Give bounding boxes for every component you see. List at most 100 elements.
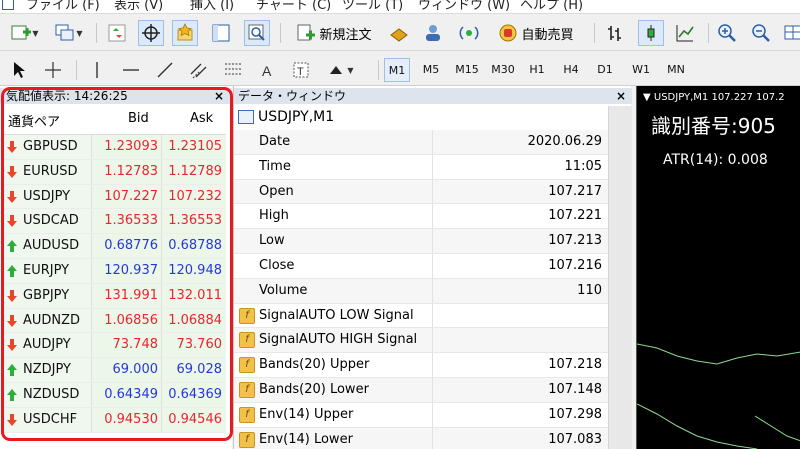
strategy-tester-toggle[interactable] — [244, 20, 270, 46]
ask-value: 1.12789 — [168, 163, 222, 179]
terminal-icon — [212, 24, 230, 42]
meta-editor-button[interactable] — [386, 20, 412, 46]
menu-view[interactable]: 表示 (V) — [114, 0, 163, 13]
symbol-name: EURJPY — [23, 262, 70, 278]
app-icon — [2, 0, 14, 10]
auto-trading-button[interactable]: 自動売買 — [490, 20, 582, 46]
auto-trading-icon — [499, 24, 517, 42]
crosshair-tool[interactable] — [40, 57, 66, 83]
column-ask[interactable]: Ask — [190, 111, 213, 126]
chart-window[interactable]: ▼ USDJPY,M1 107.227 107.2 識別番号:905 ATR(1… — [636, 86, 800, 449]
indicator-icon: f — [239, 332, 255, 349]
menu-tools[interactable]: ツール (T) — [342, 0, 403, 13]
cursor-tool[interactable] — [6, 57, 32, 83]
ask-value: 0.94546 — [168, 411, 222, 427]
bar-chart-button[interactable] — [602, 20, 628, 46]
timeframe-m5[interactable]: M5 — [418, 58, 444, 82]
market-watch-toggle[interactable] — [104, 20, 130, 46]
market-watch-row[interactable]: USDCAD 1.36533 1.36553 — [4, 209, 226, 235]
horizontal-line-icon — [123, 69, 139, 71]
chart-icon — [238, 110, 254, 124]
timeframe-m1[interactable]: M1 — [384, 58, 410, 82]
market-watch-icon — [108, 24, 126, 42]
bid-value: 0.64349 — [104, 386, 158, 402]
market-watch-row[interactable]: NZDUSD 0.64349 0.64369 — [4, 382, 226, 408]
market-watch-row[interactable]: AUDJPY 73.748 73.760 — [4, 333, 226, 359]
bid-value: 73.748 — [112, 337, 159, 353]
vertical-line-tool[interactable] — [84, 57, 110, 83]
market-watch-row[interactable]: AUDUSD 0.68776 0.68788 — [4, 234, 226, 259]
market-watch-row[interactable]: GBPJPY 131.991 132.011 — [4, 283, 226, 309]
market-watch-row[interactable]: EURUSD 1.12783 1.12789 — [4, 159, 226, 185]
market-watch-row[interactable]: USDCHF 0.94530 0.94546 — [4, 407, 226, 433]
market-watch-row[interactable]: NZDJPY 69.000 69.028 — [4, 358, 226, 383]
timeframe-mn[interactable]: MN — [662, 58, 690, 82]
symbol-name: EURUSD — [23, 163, 78, 179]
text-label-tool[interactable]: T — [288, 57, 314, 83]
ask-value: 73.760 — [176, 337, 223, 353]
terminal-toggle[interactable] — [208, 20, 234, 46]
symbol-name: AUDNZD — [23, 312, 81, 328]
market-watch-row[interactable]: USDJPY 107.227 107.232 — [4, 184, 226, 210]
data-window-row: Close 107.216 — [234, 253, 608, 279]
menu-file[interactable]: ファイル (F) — [26, 0, 100, 13]
zoom-in-button[interactable] — [714, 20, 740, 46]
signal-icon — [459, 26, 479, 40]
ask-value: 69.028 — [176, 362, 223, 378]
signals-button[interactable] — [456, 20, 482, 46]
timeframe-m15[interactable]: M15 — [452, 58, 482, 82]
market-watch-row[interactable]: AUDNZD 1.06856 1.06884 — [4, 308, 226, 334]
data-window-row: f Bands(20) Lower 107.148 — [234, 377, 608, 403]
menu-window[interactable]: ウィンドウ (W) — [418, 0, 510, 13]
equidistant-channel-tool[interactable] — [186, 57, 212, 83]
new-order-button[interactable]: 新規注文 — [288, 20, 380, 46]
timeframe-h1[interactable]: H1 — [524, 58, 550, 82]
trendline-tool[interactable] — [152, 57, 178, 83]
timeframe-d1[interactable]: D1 — [592, 58, 618, 82]
timeframe-w1[interactable]: W1 — [628, 58, 654, 82]
separator — [378, 60, 379, 80]
indicator-icon: f — [239, 406, 255, 423]
market-watch-row[interactable]: EURJPY 120.937 120.948 — [4, 258, 226, 284]
new-chart-icon — [11, 25, 32, 40]
close-icon[interactable]: × — [214, 88, 224, 104]
new-chart-button[interactable]: ▼ — [6, 20, 44, 46]
arrows-tool[interactable]: ▼ — [322, 57, 358, 83]
profiles-button[interactable]: ▼ — [50, 20, 88, 46]
text-tool[interactable]: A — [254, 57, 280, 83]
horizontal-line-tool[interactable] — [118, 57, 144, 83]
close-icon[interactable]: × — [616, 88, 626, 104]
menu-insert[interactable]: 挿入 (I) — [190, 0, 234, 13]
accounts-button[interactable] — [420, 20, 446, 46]
market-watch-panel: 気配値表示: 14:26:25 × 通貨ペア Bid Ask GBPUSD 1.2… — [0, 86, 232, 449]
timeframe-m30[interactable]: M30 — [488, 58, 518, 82]
bid-value: 0.94530 — [104, 411, 158, 427]
data-window-row: f SignalAUTO LOW Signal — [234, 303, 608, 329]
arrow-down-icon — [7, 314, 17, 327]
menu-chart[interactable]: チャート (C) — [256, 0, 331, 13]
column-divider — [432, 303, 433, 328]
vertical-scrollbar[interactable] — [608, 106, 632, 449]
data-window-row: f SignalAUTO HIGH Signal — [234, 328, 608, 354]
column-symbol[interactable]: 通貨ペア — [8, 111, 60, 130]
bid-value: 1.12783 — [104, 163, 158, 179]
data-window-row: Low 107.213 — [234, 229, 608, 254]
data-value: 107.221 — [548, 208, 602, 224]
candlestick-button[interactable] — [638, 20, 664, 46]
column-divider — [432, 179, 433, 204]
tile-windows-button[interactable] — [780, 20, 800, 46]
zoom-out-button[interactable] — [748, 20, 774, 46]
symbol-name: AUDJPY — [23, 337, 71, 353]
data-window-toggle[interactable] — [138, 20, 164, 46]
menu-help[interactable]: ヘルプ (H) — [520, 0, 583, 13]
line-chart-button[interactable] — [672, 20, 698, 46]
column-bid[interactable]: Bid — [128, 111, 149, 126]
timeframe-h4[interactable]: H4 — [558, 58, 584, 82]
arrow-down-icon — [7, 289, 17, 302]
market-watch-row[interactable]: GBPUSD 1.23093 1.23105 — [4, 135, 226, 160]
navigator-toggle[interactable] — [172, 20, 198, 46]
indicator-line-lower — [637, 403, 758, 449]
data-key: Env(14) Upper — [259, 406, 354, 422]
bid-value: 69.000 — [112, 362, 159, 378]
fibonacci-tool[interactable] — [220, 57, 246, 83]
